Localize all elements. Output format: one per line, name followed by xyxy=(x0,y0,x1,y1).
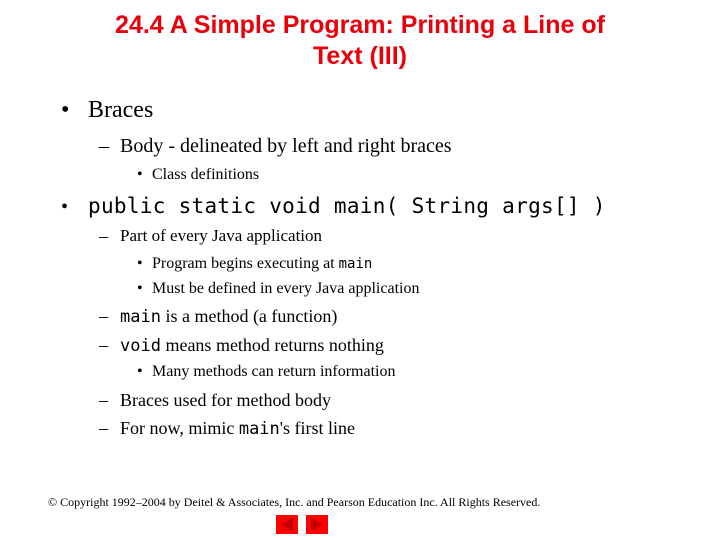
slide-title: 24.4 A Simple Program: Printing a Line o… xyxy=(60,10,660,72)
bullet-marker: • xyxy=(137,280,143,297)
inline-code-main: main xyxy=(120,307,161,327)
sub-bullet-part-of-every-app: Part of every Java application xyxy=(120,226,323,245)
bullet-main-signature: public static void main( String args[] ) xyxy=(88,194,606,218)
sub-bullet-main-is-method: main is a method (a function) xyxy=(120,306,337,327)
inline-code-void: void xyxy=(120,336,161,356)
triangle-left-icon xyxy=(281,518,293,531)
bullet-text: For now, mimic xyxy=(120,418,239,438)
bullet-text: means method returns nothing xyxy=(160,335,384,355)
bullet-marker: • xyxy=(137,255,143,272)
bullet-braces: Braces xyxy=(88,97,154,123)
bullet-marker: • xyxy=(137,363,143,380)
inline-code-main: main xyxy=(238,419,280,439)
sub-sub-bullet-many-methods: Many methods can return information xyxy=(152,363,396,380)
dash-marker: – xyxy=(99,226,108,246)
sub-bullet-body: Body - delineated by left and right brac… xyxy=(120,135,452,157)
bullet-text: 's first line xyxy=(279,418,356,438)
bullet-marker: • xyxy=(61,196,69,218)
inline-code-main: main xyxy=(338,256,373,272)
bullet-text: is a method (a function) xyxy=(160,306,338,326)
slide-title-line-2: Text (III) xyxy=(313,42,407,70)
sub-bullet-braces-used: Braces used for method body xyxy=(120,390,331,410)
sub-sub-bullet-must-be-defined: Must be defined in every Java applicatio… xyxy=(152,280,420,297)
bullet-marker: • xyxy=(137,166,143,183)
copyright-notice: © Copyright 1992–2004 by Deitel & Associ… xyxy=(48,495,541,509)
sub-bullet-void-means: void means method returns nothing xyxy=(120,335,384,356)
dash-marker: – xyxy=(99,335,108,355)
dash-marker: – xyxy=(99,390,108,410)
sub-bullet-mimic-main: For now, mimic main's first line xyxy=(120,418,355,439)
bullet-marker: • xyxy=(61,97,70,123)
triangle-right-icon xyxy=(311,518,323,531)
dash-marker: – xyxy=(99,135,109,157)
sub-sub-bullet-class-definitions: Class definitions xyxy=(152,166,260,183)
dash-marker: – xyxy=(99,306,108,326)
sub-sub-bullet-program-begins: Program begins executing at main xyxy=(152,255,372,273)
previous-slide-button[interactable] xyxy=(276,515,298,534)
slide-title-line-1: 24.4 A Simple Program: Printing a Line o… xyxy=(115,11,605,39)
bullet-text: Program begins executing at xyxy=(152,255,339,272)
next-slide-button[interactable] xyxy=(306,515,328,534)
dash-marker: – xyxy=(99,418,108,438)
